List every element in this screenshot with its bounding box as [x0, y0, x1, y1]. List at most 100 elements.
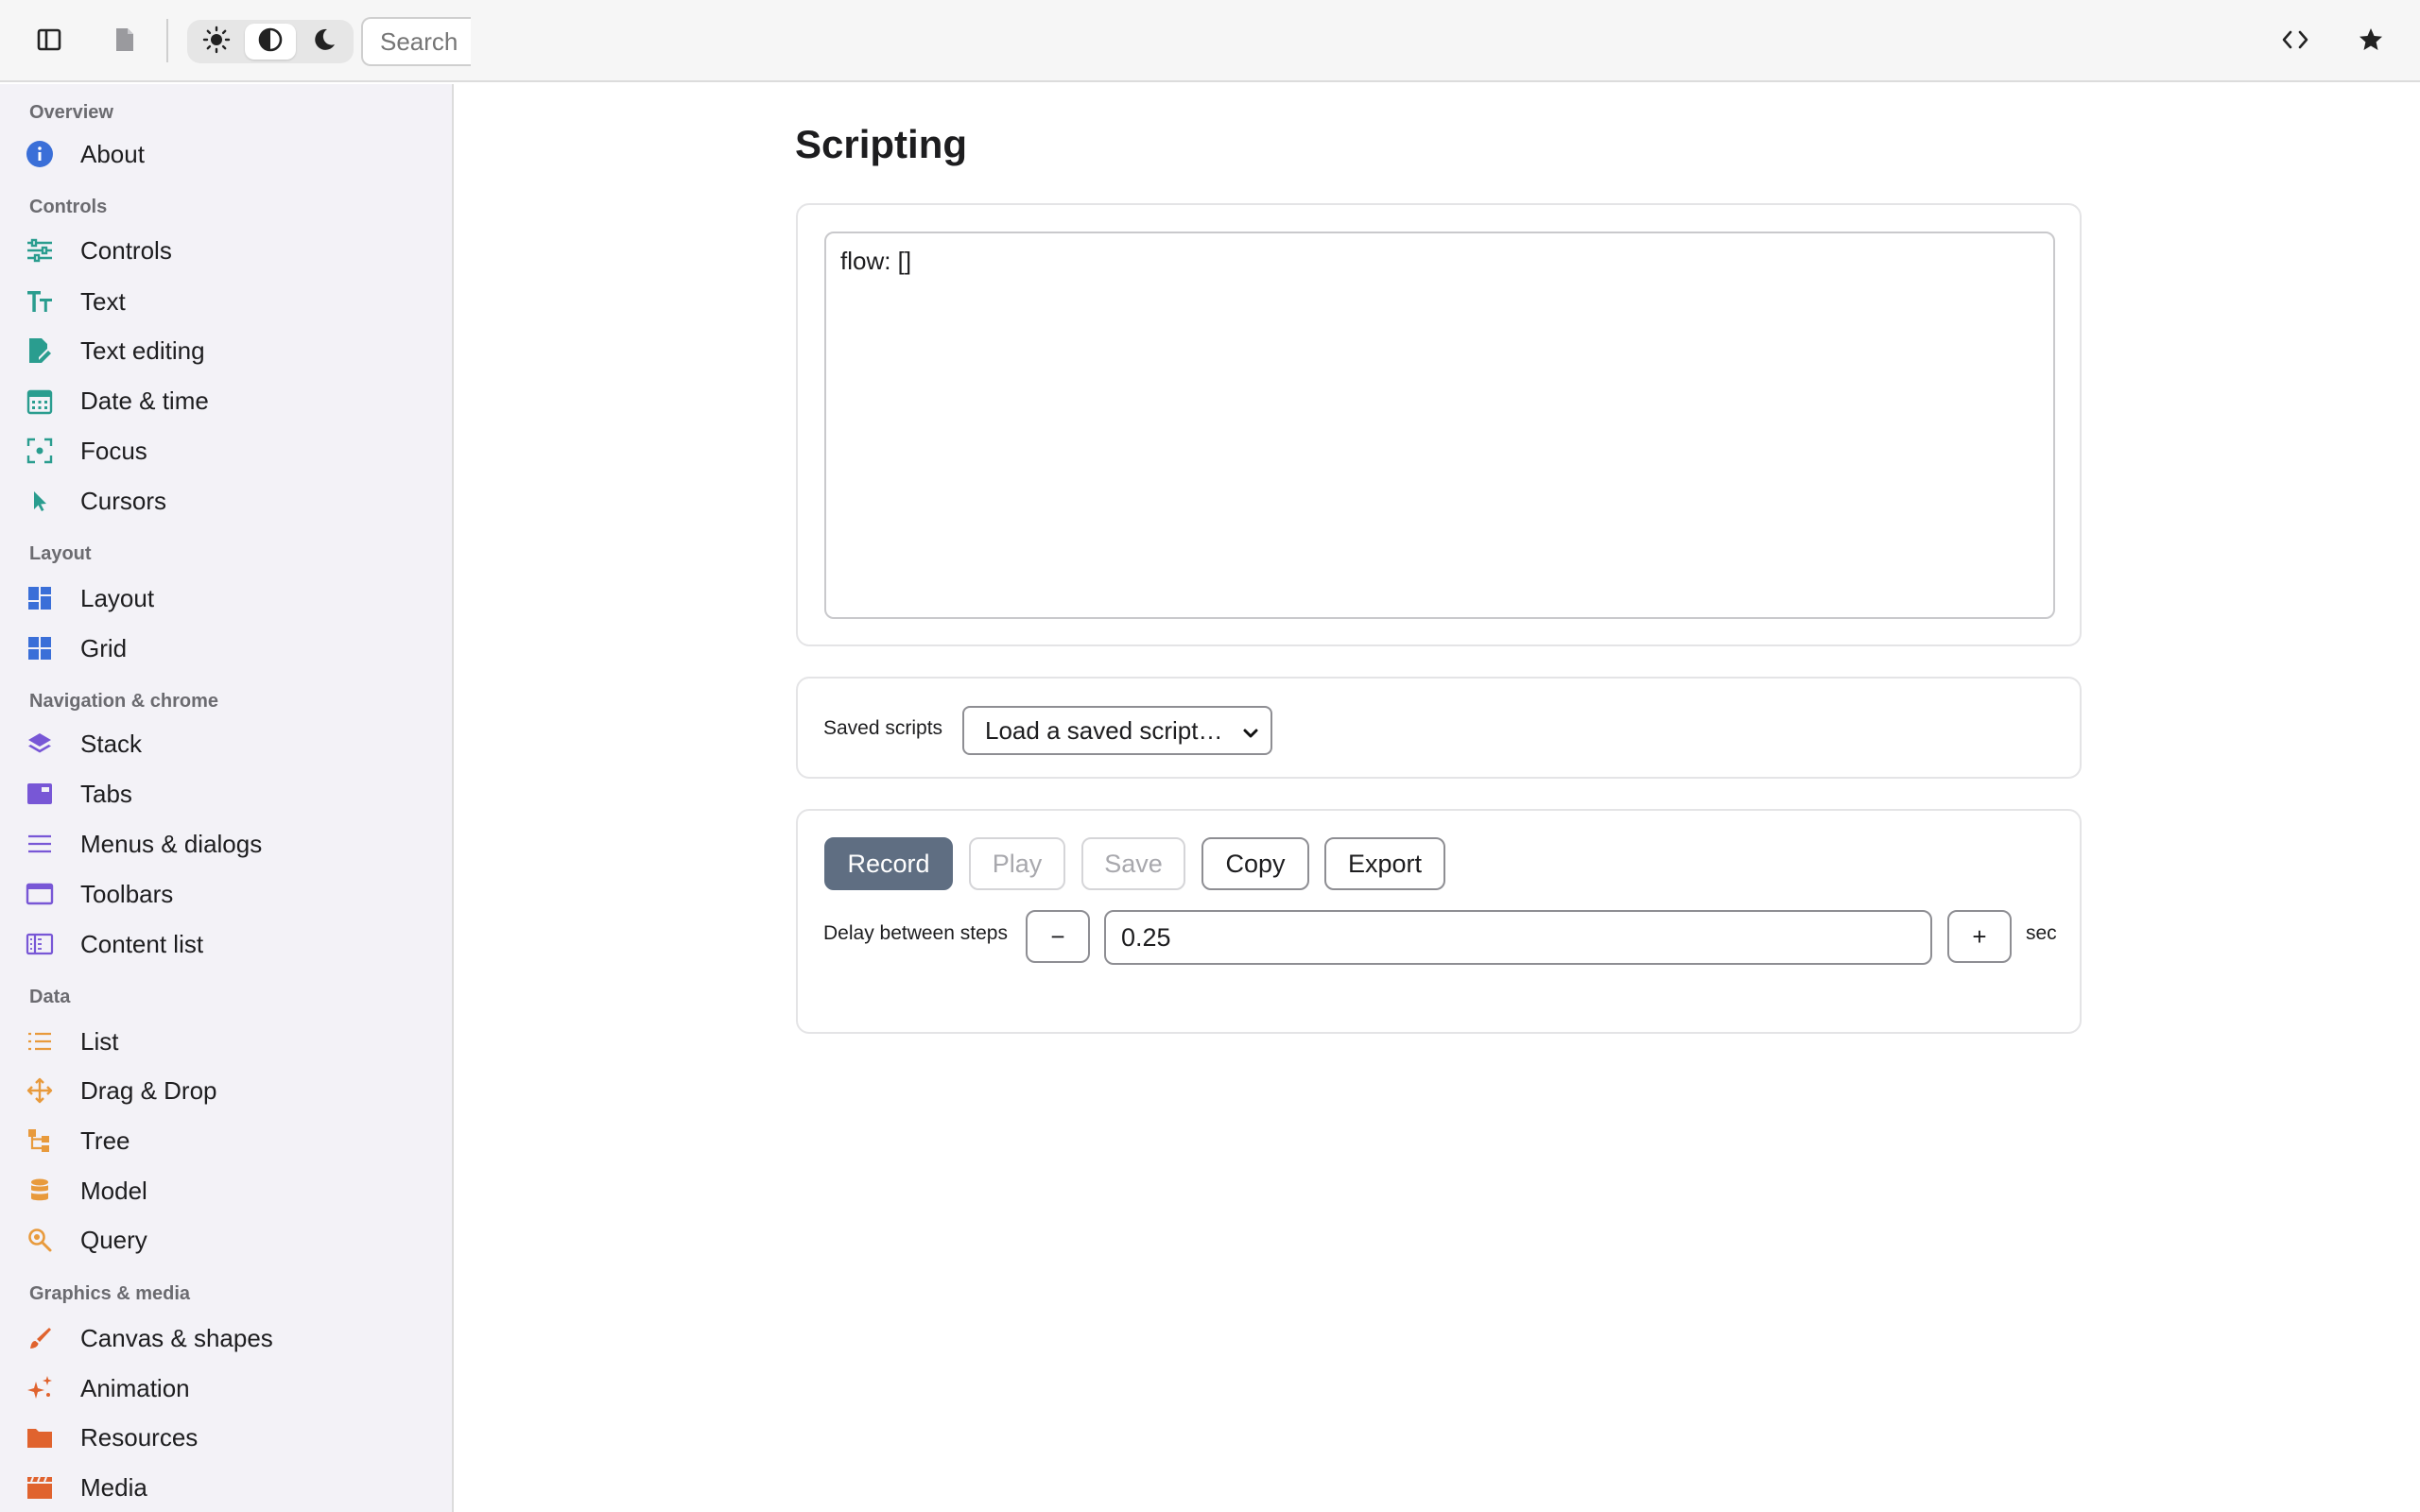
query-icon — [15, 1216, 64, 1263]
saved-scripts-select-value: Load a saved script… — [985, 715, 1223, 745]
theme-switcher — [187, 20, 354, 63]
list-icon — [15, 1018, 64, 1065]
delay-input[interactable] — [1104, 910, 1932, 965]
sidebar-item-label: Drag & Drop — [80, 1075, 217, 1105]
database-icon — [15, 1167, 64, 1214]
content-list-icon — [15, 920, 64, 968]
cursor-icon — [15, 477, 64, 524]
sidebar-item-label: Controls — [80, 235, 172, 265]
save-button[interactable]: Save — [1081, 837, 1185, 890]
delay-unit-label: sec — [2026, 922, 2057, 944]
auto-theme-button[interactable] — [245, 24, 296, 60]
layout-icon — [15, 575, 64, 622]
sidebar-item-drag-drop[interactable]: Drag & Drop — [15, 1067, 441, 1114]
sliders-icon — [15, 227, 64, 274]
delay-label: Delay between steps — [823, 922, 1008, 944]
export-button[interactable]: Export — [1324, 837, 1445, 890]
contrast-icon — [256, 26, 285, 59]
sidebar-item-controls[interactable]: Controls — [15, 227, 441, 274]
sidebar-item-cursors[interactable]: Cursors — [15, 477, 441, 524]
sidebar-item-layout[interactable]: Layout — [15, 575, 441, 622]
copy-button[interactable]: Copy — [1201, 837, 1309, 890]
saved-scripts-select[interactable]: Load a saved script… — [962, 706, 1272, 755]
sidebar-item-tree[interactable]: Tree — [15, 1117, 441, 1164]
recording-card: Record Play Save Copy Export Delay betwe… — [796, 809, 2082, 1034]
sidebar-item-date-time[interactable]: Date & time — [15, 377, 441, 424]
file-button[interactable] — [100, 17, 149, 66]
focus-icon — [15, 427, 64, 474]
sparkles-icon — [15, 1365, 64, 1412]
sidebar-item-stack[interactable]: Stack — [15, 720, 441, 767]
sidebar-item-label: Focus — [80, 436, 147, 465]
sidebar-item-text[interactable]: Text — [15, 278, 441, 325]
grid-icon — [15, 625, 64, 672]
menu-icon — [15, 820, 64, 868]
sidebar-item-grid[interactable]: Grid — [15, 625, 441, 672]
sidebar-item-tabs[interactable]: Tabs — [15, 770, 441, 817]
play-button[interactable]: Play — [969, 837, 1065, 890]
tabs-icon — [15, 770, 64, 817]
sidebar-item-label: Grid — [80, 633, 128, 662]
sidebar-item-focus[interactable]: Focus — [15, 427, 441, 474]
dark-theme-button[interactable] — [299, 24, 350, 60]
decrement-button[interactable]: − — [1026, 910, 1090, 963]
sidebar: Overview About Controls Controls Text Te… — [0, 84, 454, 1512]
sidebar-item-label: Cursors — [80, 486, 167, 515]
sidebar-item-label: About — [80, 139, 145, 168]
saved-scripts-card: Saved scripts Load a saved script… — [796, 677, 2082, 779]
info-icon — [15, 130, 64, 178]
light-theme-button[interactable] — [191, 24, 242, 60]
sidebar-item-list[interactable]: List — [15, 1018, 441, 1065]
section-heading-data: Data — [29, 987, 71, 1007]
sidebar-item-label: Animation — [80, 1373, 190, 1402]
sun-icon — [202, 26, 231, 59]
sidebar-item-animation[interactable]: Animation — [15, 1365, 441, 1412]
brush-icon — [15, 1314, 64, 1362]
sidebar-item-label: Resources — [80, 1422, 199, 1452]
sidebar-item-label: Query — [80, 1225, 147, 1254]
section-heading-graphics: Graphics & media — [29, 1283, 191, 1304]
text-size-icon — [15, 278, 64, 325]
sidebar-item-canvas-shapes[interactable]: Canvas & shapes — [15, 1314, 441, 1362]
sidebar-item-media[interactable]: Media — [15, 1464, 441, 1511]
calendar-icon — [15, 377, 64, 424]
sidebar-item-content-list[interactable]: Content list — [15, 920, 441, 968]
sidebar-item-label: Stack — [80, 729, 143, 758]
sidebar-item-label: Date & time — [80, 386, 209, 415]
section-heading-navigation: Navigation & chrome — [29, 691, 219, 712]
chevron-down-icon — [1240, 721, 1261, 750]
clapperboard-icon — [15, 1464, 64, 1511]
sidebar-toggle-button[interactable] — [25, 17, 74, 66]
tree-icon — [15, 1117, 64, 1164]
sidebar-item-toolbars[interactable]: Toolbars — [15, 870, 441, 918]
sidebar-item-text-editing[interactable]: Text editing — [15, 327, 441, 374]
sidebar-item-label: Tabs — [80, 779, 132, 808]
code-icon — [2281, 28, 2309, 56]
folder-icon — [15, 1414, 64, 1461]
sidebar-item-label: Toolbars — [80, 879, 174, 908]
sidebar-item-label: Text editing — [80, 335, 205, 365]
search-input[interactable] — [361, 17, 471, 66]
sidebar-item-resources[interactable]: Resources — [15, 1414, 441, 1461]
section-heading-layout: Layout — [29, 543, 92, 564]
toolbar-divider — [166, 19, 168, 62]
sidebar-item-label: List — [80, 1026, 119, 1056]
view-source-button[interactable] — [2271, 17, 2320, 66]
sidebar-item-label: Layout — [80, 583, 155, 612]
script-editor[interactable]: flow: [] — [824, 232, 2055, 619]
sidebar-item-about[interactable]: About — [15, 130, 441, 178]
favorite-button[interactable] — [2346, 17, 2395, 66]
moon-icon — [311, 26, 337, 58]
toolbar-icon — [15, 870, 64, 918]
sidebar-item-label: Menus & dialogs — [80, 829, 263, 858]
record-button[interactable]: Record — [824, 837, 953, 890]
sidebar-item-model[interactable]: Model — [15, 1167, 441, 1214]
edit-document-icon — [15, 327, 64, 374]
sidebar-item-label: Tree — [80, 1125, 130, 1155]
section-heading-controls: Controls — [29, 197, 108, 217]
sidebar-item-menus-dialogs[interactable]: Menus & dialogs — [15, 820, 441, 868]
sidebar-item-query[interactable]: Query — [15, 1216, 441, 1263]
increment-button[interactable]: + — [1947, 910, 2012, 963]
sidebar-item-label: Text — [80, 286, 126, 316]
sidebar-item-label: Model — [80, 1176, 147, 1205]
